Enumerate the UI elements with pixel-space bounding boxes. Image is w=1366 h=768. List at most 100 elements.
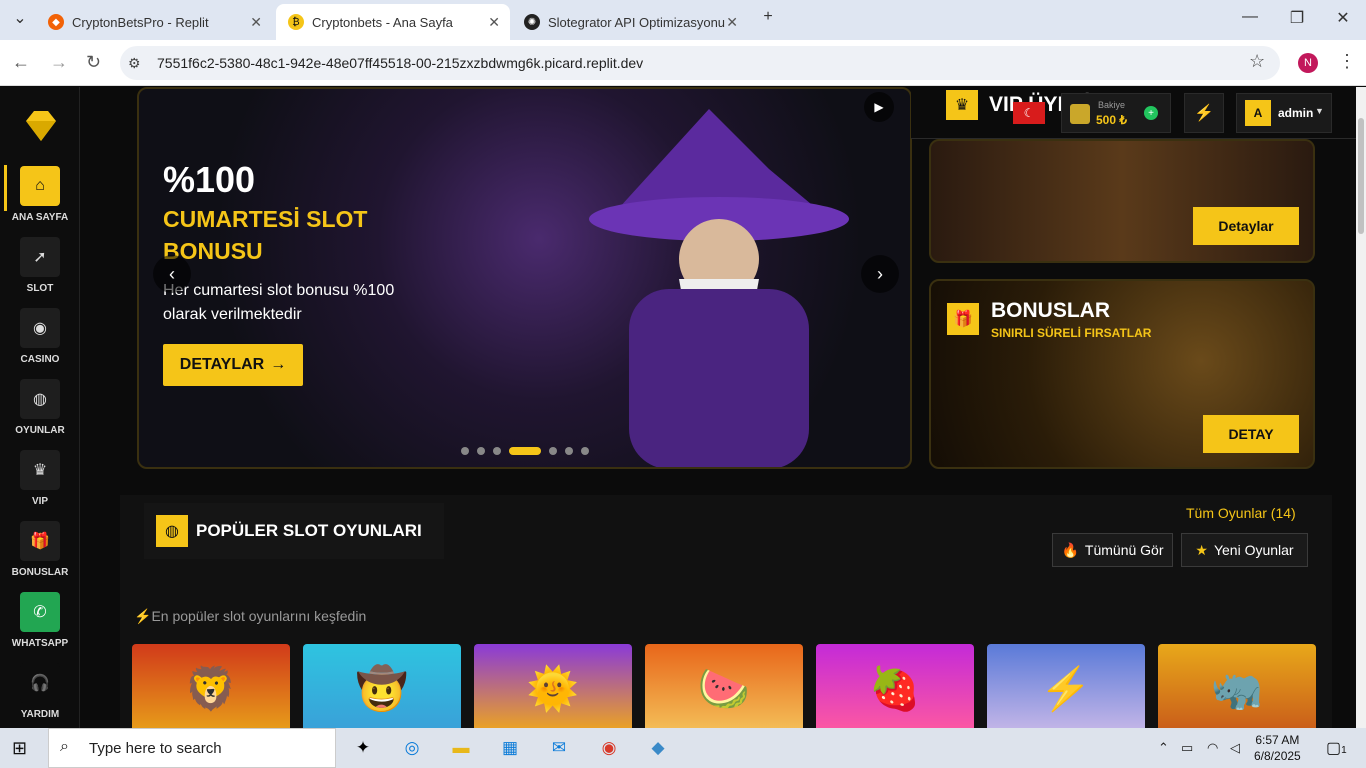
bookmark-star-icon[interactable]: ☆: [1249, 51, 1265, 72]
strawberry-icon: 🍓: [868, 664, 922, 712]
star-icon: ★: [1195, 541, 1208, 558]
vip-details-button[interactable]: Detaylar: [1193, 207, 1299, 245]
file-explorer-icon[interactable]: ▬: [448, 736, 474, 760]
forward-icon[interactable]: →: [50, 52, 68, 73]
sidebar-item-label: CASINO: [20, 354, 60, 365]
close-icon[interactable]: ✕: [726, 14, 738, 31]
scrollbar-thumb[interactable]: [1358, 118, 1364, 234]
sidebar-item-casino[interactable]: ◉ CASINO: [0, 308, 80, 365]
game-card[interactable]: 🦁: [132, 644, 290, 728]
wifi-icon[interactable]: ◠: [1207, 740, 1218, 756]
slide-dot[interactable]: [461, 447, 469, 455]
turkey-flag-icon[interactable]: ☾: [1013, 102, 1045, 124]
game-card[interactable]: ⚡: [987, 644, 1145, 728]
gift-icon: 🎁: [20, 521, 60, 561]
tab-title: Slotegrator API Optimizasyonu: [548, 14, 726, 30]
search-icon: ⌕: [60, 738, 69, 755]
hero-slider[interactable]: %100 CUMARTESİ SLOT BONUSU Her cumartesi…: [137, 87, 912, 469]
user-menu-button[interactable]: A admin ▼: [1236, 93, 1332, 133]
clock[interactable]: 6:57 AM 6/8/2025: [1254, 732, 1301, 764]
mail-icon[interactable]: ✉: [546, 736, 572, 760]
hero-title: %100: [163, 159, 256, 200]
balance-label: Bakiye: [1098, 100, 1126, 110]
address-bar: ← → ↻ 7551f6c2-5380-48c1-942e-48e07ff455…: [0, 40, 1366, 86]
sidebar: ⌂ ANA SAYFA ➚ SLOT ◉ CASINO ◍ OYUNLAR ♛ …: [0, 87, 80, 728]
windows-taskbar: ⊞ Type here to search ⌕ ✦ ◎ ▬ ▦ ✉ ◉ ◆ ⌃ …: [0, 728, 1366, 768]
windows-start-icon[interactable]: ⊞: [12, 738, 27, 759]
taskbar-search-input[interactable]: Type here to search: [48, 728, 336, 768]
close-icon[interactable]: ✕: [250, 14, 262, 31]
sidebar-item-whatsapp[interactable]: ✆ WHATSAPP: [0, 592, 80, 649]
slide-dot[interactable]: [477, 447, 485, 455]
tab-replit[interactable]: ◆ CryptonBetsPro - Replit ✕: [36, 4, 272, 40]
bonus-subtitle: SINIRLI SÜRELİ FIRSATLAR: [991, 326, 1152, 340]
slide-dot[interactable]: [549, 447, 557, 455]
tab-title: Cryptonbets - Ana Sayfa: [312, 14, 453, 30]
replit-icon: ◆: [48, 14, 64, 30]
show-all-label: Tümünü Gör: [1084, 542, 1164, 558]
slide-dots: [461, 447, 589, 455]
game-card[interactable]: 🦏: [1158, 644, 1316, 728]
copilot-icon[interactable]: ✦: [350, 736, 376, 760]
gift-icon: 🎁: [947, 303, 979, 335]
menu-kebab-icon[interactable]: ⋮: [1338, 51, 1356, 72]
chevron-right-icon[interactable]: ›: [861, 255, 899, 293]
slide-dot[interactable]: [565, 447, 573, 455]
game-card[interactable]: 🌞: [474, 644, 632, 728]
add-funds-icon[interactable]: +: [1144, 106, 1158, 120]
close-icon[interactable]: ✕: [488, 14, 500, 31]
show-all-button[interactable]: 🔥 Tümünü Gör: [1052, 533, 1173, 567]
slide-dot-active[interactable]: [509, 447, 541, 455]
section-description: ⚡En popüler slot oyunlarını keşfedin: [134, 608, 366, 625]
headset-icon: 🎧: [20, 663, 60, 703]
tab-search-button[interactable]: ⌄: [8, 8, 32, 28]
url-input[interactable]: 7551f6c2-5380-48c1-942e-48e07ff45518-00-…: [120, 46, 1280, 80]
chevron-left-icon[interactable]: ‹: [153, 255, 191, 293]
hero-description: Her cumartesi slot bonusu %100 olarak ve…: [163, 282, 395, 323]
bonus-details-button[interactable]: DETAY: [1203, 415, 1299, 453]
reload-icon[interactable]: ↻: [86, 52, 101, 73]
tab-cryptonbets[interactable]: ₿ Cryptonbets - Ana Sayfa ✕: [276, 4, 510, 40]
edge-icon[interactable]: ◎: [399, 736, 425, 760]
sidebar-item-label: VIP: [31, 496, 49, 507]
lightning-icon[interactable]: ⚡: [1184, 93, 1224, 133]
chrome-icon[interactable]: ◉: [596, 736, 622, 760]
tab-slotegrator[interactable]: ✺ Slotegrator API Optimizasyonu ✕: [512, 4, 748, 40]
chevron-up-icon[interactable]: ⌃: [1158, 740, 1169, 756]
hero-details-button[interactable]: DETAYLAR →: [163, 344, 303, 386]
whatsapp-icon: ✆: [20, 592, 60, 632]
rocket-icon: ➚: [20, 237, 60, 277]
profile-avatar[interactable]: N: [1298, 53, 1318, 73]
sidebar-item-label: WHATSAPP: [11, 638, 69, 649]
sidebar-item-vip[interactable]: ♛ VIP: [0, 450, 80, 507]
back-icon[interactable]: ←: [12, 52, 30, 73]
store-icon[interactable]: ▦: [497, 736, 523, 760]
diamond-logo-icon[interactable]: [22, 107, 60, 145]
site-info-icon[interactable]: ⚙: [128, 55, 141, 72]
notification-icon[interactable]: ▢1: [1326, 738, 1347, 758]
fruit-icon: 🍉: [697, 664, 751, 712]
game-card[interactable]: 🍉: [645, 644, 803, 728]
sun-icon: 🌞: [526, 664, 580, 712]
play-icon[interactable]: ▶: [864, 92, 894, 122]
sidebar-item-home[interactable]: ⌂ ANA SAYFA: [0, 166, 80, 223]
sidebar-item-help[interactable]: 🎧 YARDIM: [0, 663, 80, 720]
all-games-link[interactable]: Tüm Oyunlar (14): [1186, 505, 1296, 521]
game-card[interactable]: 🤠: [303, 644, 461, 728]
sidebar-item-label: OYUNLAR: [15, 425, 65, 436]
sidebar-item-bonuses[interactable]: 🎁 BONUSLAR: [0, 521, 80, 578]
minimize-button[interactable]: —: [1238, 8, 1262, 26]
window-close-button[interactable]: ✕: [1331, 8, 1355, 28]
game-card[interactable]: 🍓: [816, 644, 974, 728]
new-tab-button[interactable]: +: [756, 8, 780, 26]
app-icon[interactable]: ◆: [645, 736, 671, 760]
sidebar-item-slot[interactable]: ➚ SLOT: [0, 237, 80, 294]
slide-dot[interactable]: [493, 447, 501, 455]
new-games-button[interactable]: ★ Yeni Oyunlar: [1181, 533, 1308, 567]
slide-dot[interactable]: [581, 447, 589, 455]
volume-icon[interactable]: ◁: [1230, 740, 1240, 756]
balance-box[interactable]: Bakiye 500 ₺ +: [1061, 93, 1171, 133]
sidebar-item-games[interactable]: ◍ OYUNLAR: [0, 379, 80, 436]
battery-icon[interactable]: ▭: [1181, 740, 1193, 756]
restore-button[interactable]: ❐: [1285, 8, 1309, 28]
